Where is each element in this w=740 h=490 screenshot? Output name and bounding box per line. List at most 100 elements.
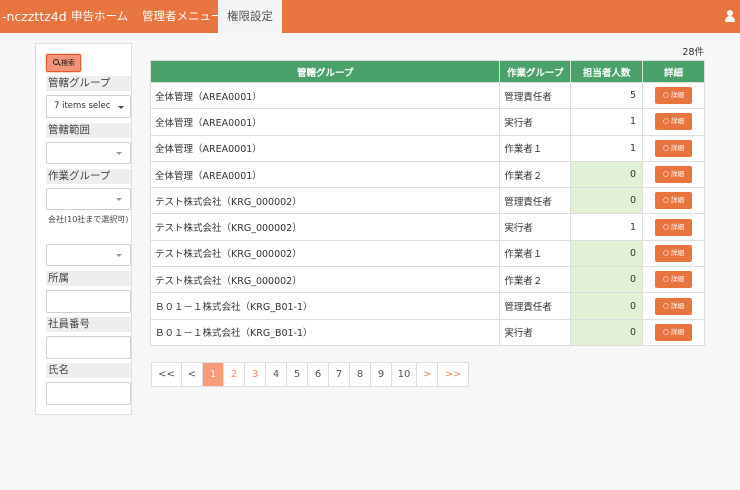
cell-detail: 詳細	[642, 318, 705, 346]
page-link[interactable]: <	[182, 363, 203, 386]
cell-work-group: 作業者２	[499, 160, 572, 189]
page-link[interactable]: 9	[371, 363, 392, 386]
table-row: テスト株式会社（KRG_000002） 作業者２ 0 詳細	[149, 266, 705, 294]
gear-icon	[663, 249, 670, 256]
column-header-detail: 詳細	[642, 60, 705, 83]
cell-detail: 詳細	[642, 239, 705, 268]
detail-button-label: 詳細	[671, 143, 685, 152]
top-navigation-bar: -nczzttz4d 申告ホーム 管理者メニュー 権限設定	[0, 0, 740, 33]
result-count: 28件	[682, 47, 704, 58]
cell-kankatsu-group: 全体管理（AREA0001）	[149, 108, 501, 136]
detail-button[interactable]: 詳細	[655, 87, 693, 105]
table-row: Ｂ０１－１株式会社（KRG_B01-1） 管理責任者 0 詳細	[149, 292, 705, 320]
detail-button-label: 詳細	[671, 117, 685, 126]
page-link[interactable]: 1	[203, 363, 224, 386]
gear-icon	[663, 171, 670, 178]
detail-button[interactable]: 詳細	[655, 139, 693, 157]
search-button[interactable]: 検索	[46, 54, 81, 72]
user-icon-body	[725, 16, 735, 22]
page-link[interactable]: <<	[152, 363, 182, 386]
detail-button[interactable]: 詳細	[655, 192, 693, 210]
detail-button[interactable]: 詳細	[655, 297, 693, 315]
employee-no-input[interactable]	[46, 336, 131, 359]
detail-button-label: 詳細	[671, 327, 685, 336]
employee-no-label: 社員番号	[46, 317, 131, 332]
gear-icon	[663, 223, 670, 230]
table-row: 全体管理（AREA0001） 管理責任者 5 詳細	[149, 81, 705, 110]
cell-staff-count: 5	[570, 81, 644, 110]
cell-work-group: 管理責任者	[499, 292, 572, 320]
cell-detail: 詳細	[642, 187, 705, 215]
page-link[interactable]: >>	[438, 363, 468, 386]
table-row: 全体管理（AREA0001） 実行者 1 詳細	[149, 108, 705, 136]
detail-button[interactable]: 詳細	[655, 218, 693, 236]
cell-staff-count: 0	[570, 160, 644, 189]
page-link[interactable]: 10	[392, 363, 417, 386]
cell-work-group: 作業者２	[499, 266, 572, 294]
cell-detail: 詳細	[642, 134, 705, 162]
detail-button-label: 詳細	[671, 91, 685, 100]
column-header-staff-count: 担当者人数	[570, 60, 644, 83]
department-label: 所属	[46, 271, 131, 286]
nav-permission-settings[interactable]: 権限設定	[218, 0, 282, 33]
gear-icon	[663, 92, 670, 99]
detail-button-label: 詳細	[671, 301, 685, 310]
table-row: テスト株式会社（KRG_000002） 実行者 1 詳細	[149, 213, 705, 241]
column-header-kankatsu-group: 管轄グループ	[149, 60, 501, 83]
cell-detail: 詳細	[642, 213, 705, 241]
detail-button[interactable]: 詳細	[655, 271, 693, 289]
cell-staff-count: 1	[570, 134, 644, 162]
kankatsu-group-select[interactable]: 7 items selec	[46, 95, 131, 118]
department-input[interactable]	[46, 290, 131, 313]
cell-kankatsu-group: Ｂ０１－１株式会社（KRG_B01-1）	[149, 292, 501, 320]
page-link[interactable]: 3	[245, 363, 266, 386]
search-sidebar: 検索 管轄グループ 7 items selec 管轄範囲 作業グループ 会社(1…	[35, 43, 132, 415]
detail-button[interactable]: 詳細	[655, 244, 693, 262]
chevron-down-icon	[116, 254, 122, 257]
chevron-down-icon	[116, 198, 122, 201]
page-link[interactable]: 8	[350, 363, 371, 386]
cell-staff-count: 0	[570, 266, 644, 294]
kankatsu-group-value: 7 items selec	[54, 101, 111, 111]
detail-button-label: 詳細	[671, 275, 685, 284]
cell-detail: 詳細	[642, 292, 705, 320]
page-link[interactable]: 6	[308, 363, 329, 386]
work-group-select[interactable]	[46, 188, 131, 210]
nav-admin-menu[interactable]: 管理者メニュー	[133, 0, 232, 33]
company-select[interactable]	[46, 244, 131, 266]
table-row: 全体管理（AREA0001） 作業者１ 1 詳細	[149, 134, 705, 162]
cell-kankatsu-group: 全体管理（AREA0001）	[149, 160, 501, 189]
cell-staff-count: 1	[570, 213, 644, 241]
cell-work-group: 作業者１	[499, 134, 572, 162]
kankatsu-group-label: 管轄グループ	[46, 76, 131, 91]
detail-button[interactable]: 詳細	[655, 166, 693, 184]
brand-title[interactable]: -nczzttz4d	[0, 0, 67, 33]
cell-detail: 詳細	[642, 81, 705, 110]
page-link[interactable]: 2	[224, 363, 245, 386]
cell-kankatsu-group: テスト株式会社（KRG_000002）	[149, 266, 501, 294]
cell-staff-count: 1	[570, 108, 644, 136]
kankatsu-range-label: 管轄範囲	[46, 123, 131, 138]
page-link[interactable]: 7	[329, 363, 350, 386]
kankatsu-range-select[interactable]	[46, 142, 131, 164]
page-link[interactable]: 4	[266, 363, 287, 386]
detail-button[interactable]: 詳細	[655, 323, 693, 341]
cell-staff-count: 0	[570, 318, 644, 346]
detail-button-label: 詳細	[671, 170, 685, 179]
nav-shinkoku-home[interactable]: 申告ホーム	[62, 0, 137, 33]
cell-kankatsu-group: 全体管理（AREA0001）	[149, 134, 501, 162]
cell-kankatsu-group: テスト株式会社（KRG_000002）	[149, 239, 501, 268]
cell-staff-count: 0	[570, 239, 644, 268]
detail-button-label: 詳細	[671, 222, 685, 231]
detail-button[interactable]: 詳細	[655, 113, 693, 131]
table-body: 全体管理（AREA0001） 管理責任者 5 詳細 全体管理（AREA0001） 実行者 1…	[149, 81, 705, 346]
name-input[interactable]	[46, 382, 131, 405]
pagination: << <1 2 3 4 5 6 7 8 9 10 > >>	[151, 362, 469, 387]
user-icon[interactable]	[725, 10, 735, 23]
gear-icon	[663, 197, 670, 204]
work-group-label: 作業グループ	[46, 169, 131, 184]
gear-icon	[663, 276, 670, 283]
page-link[interactable]: >	[417, 363, 438, 386]
search-button-label: 検索	[61, 59, 75, 67]
page-link[interactable]: 5	[287, 363, 308, 386]
